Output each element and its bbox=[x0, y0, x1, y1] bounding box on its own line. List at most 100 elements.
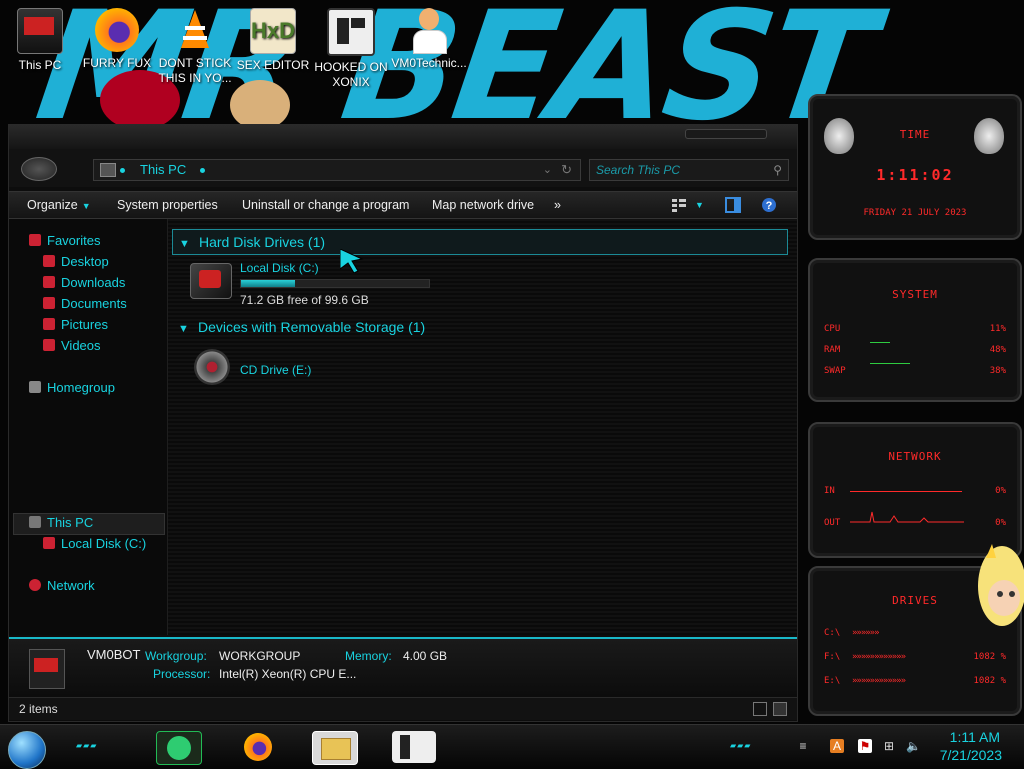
computer-icon bbox=[100, 163, 116, 177]
search-placeholder: Search This PC bbox=[596, 163, 681, 177]
organize-button[interactable]: Organize ▼ bbox=[27, 192, 91, 218]
breadcrumb-separator-icon[interactable] bbox=[120, 168, 125, 173]
nav-videos[interactable]: Videos bbox=[43, 336, 101, 356]
workgroup-value: WORKGROUP bbox=[219, 649, 301, 663]
search-icon[interactable]: ⚲ bbox=[773, 160, 782, 180]
nav-label: Pictures bbox=[61, 317, 108, 332]
uninstall-program-button[interactable]: Uninstall or change a program bbox=[242, 192, 409, 218]
breadcrumb-this-pc[interactable]: This PC bbox=[140, 160, 186, 180]
group-header-label: Hard Disk Drives (1) bbox=[199, 234, 326, 250]
memory-label: Memory: bbox=[345, 649, 392, 663]
drive-f-bar: »»»»»»»»»»»» bbox=[852, 652, 906, 662]
tray-expand-icon[interactable]: ≡ bbox=[796, 739, 810, 753]
gadget-title: NETWORK bbox=[888, 450, 942, 463]
taskbar-app-notes[interactable] bbox=[156, 731, 202, 765]
gadget-clock: 1:11:02 bbox=[876, 166, 954, 184]
taskbar: ▰▰▰ ▰▰▰ ≡ A ⚑ ⊞ 🔈 1:11 AM 7/21/2023 bbox=[0, 724, 1024, 769]
homegroup-icon bbox=[29, 381, 41, 393]
firefox-icon bbox=[244, 733, 272, 761]
large-icons-view-icon[interactable] bbox=[773, 702, 787, 716]
nav-this-pc[interactable]: This PC bbox=[29, 513, 93, 533]
downloads-folder-icon bbox=[43, 276, 55, 288]
tray-app-icon[interactable]: A bbox=[830, 739, 844, 753]
desktop-icon-this-pc[interactable]: This PC bbox=[2, 6, 78, 73]
chevron-down-icon[interactable]: ⌄ bbox=[543, 160, 552, 180]
preview-pane-icon[interactable] bbox=[725, 197, 741, 213]
nav-network[interactable]: Network bbox=[29, 576, 95, 596]
nav-downloads[interactable]: Downloads bbox=[43, 273, 125, 293]
refresh-icon[interactable]: ↻ bbox=[561, 160, 572, 180]
game-icon bbox=[327, 8, 375, 56]
desktop-icon-dont-stick[interactable]: DONT STICK THIS IN YO... bbox=[157, 6, 233, 86]
start-button[interactable] bbox=[8, 731, 46, 769]
group-header-hard-disk-drives[interactable]: ▼ Hard Disk Drives (1) bbox=[172, 229, 788, 255]
details-view-icon[interactable] bbox=[753, 702, 767, 716]
svg-text:?: ? bbox=[766, 200, 773, 212]
nav-local-disk[interactable]: Local Disk (C:) bbox=[43, 534, 146, 554]
view-options-icon[interactable] bbox=[671, 197, 687, 213]
command-bar: Organize ▼ System properties Uninstall or… bbox=[9, 191, 797, 219]
net-out-graph bbox=[850, 511, 964, 523]
taskbar-clock-time[interactable]: 1:11 AM bbox=[950, 729, 1000, 745]
taskbar-decoration: ▰▰▰ bbox=[730, 741, 752, 750]
volume-icon[interactable]: 🔈 bbox=[906, 739, 921, 753]
back-button[interactable] bbox=[21, 157, 57, 181]
desktop-icon-label: HOOKED ON XONIX bbox=[314, 60, 388, 89]
help-icon[interactable]: ? bbox=[761, 197, 777, 213]
nav-desktop[interactable]: Desktop bbox=[43, 252, 109, 272]
search-input[interactable]: Search This PC ⚲ bbox=[589, 159, 789, 181]
pictures-folder-icon bbox=[43, 318, 55, 330]
cartoon-character-image bbox=[966, 538, 1024, 668]
drive-e-label: E:\ bbox=[824, 676, 841, 686]
swap-graph bbox=[870, 363, 910, 364]
map-network-drive-button[interactable]: Map network drive bbox=[432, 192, 534, 218]
desktop-icon-label: SEX EDITOR bbox=[236, 58, 310, 72]
more-commands-button[interactable]: » bbox=[554, 192, 561, 218]
network-icon bbox=[29, 579, 41, 591]
drive-name: CD Drive (E:) bbox=[240, 363, 312, 377]
content-area: ▼ Hard Disk Drives (1) Local Disk (C:) 71… bbox=[168, 219, 797, 635]
network-tray-icon[interactable]: ⊞ bbox=[882, 739, 896, 753]
drive-free-space: 71.2 GB free of 99.6 GB bbox=[240, 293, 369, 307]
time-gadget[interactable]: TIME 1:11:02 FRIDAY 21 JULY 2023 bbox=[808, 94, 1022, 240]
group-header-removable-storage[interactable]: ▼ Devices with Removable Storage (1) bbox=[172, 315, 786, 339]
taskbar-app-explorer[interactable] bbox=[312, 731, 358, 765]
nav-label: Downloads bbox=[61, 275, 126, 290]
desktop-icon-label: This PC bbox=[18, 58, 62, 72]
desktop-icon-vm0technic[interactable]: VM0Technic... bbox=[391, 6, 467, 71]
details-pane: VM0BOT Workgroup: WORKGROUP Memory: 4.00… bbox=[9, 637, 797, 697]
notes-app-icon bbox=[167, 736, 191, 760]
nav-homegroup[interactable]: Homegroup bbox=[29, 378, 115, 398]
breadcrumb-separator-icon[interactable] bbox=[200, 168, 205, 173]
desktop-icon-sex-editor[interactable]: HxD SEX EDITOR bbox=[235, 6, 311, 73]
nav-documents[interactable]: Documents bbox=[43, 294, 127, 314]
nav-label: Desktop bbox=[61, 254, 109, 269]
processor-label: Processor: bbox=[153, 667, 211, 681]
group-header-label: Devices with Removable Storage (1) bbox=[198, 319, 426, 335]
title-bar[interactable] bbox=[9, 125, 797, 150]
status-bar: 2 items bbox=[9, 697, 797, 720]
system-properties-button[interactable]: System properties bbox=[117, 192, 218, 218]
navigation-pane: Favorites Desktop Downloads Documents Pi… bbox=[9, 219, 168, 635]
drive-usage-bar bbox=[240, 279, 430, 288]
view-dropdown-icon[interactable]: ▼ bbox=[695, 197, 711, 213]
taskbar-app-xonix[interactable] bbox=[392, 731, 436, 763]
nav-label: Network bbox=[47, 578, 95, 593]
drive-usage-fill bbox=[241, 280, 295, 287]
taskbar-app-firefox[interactable] bbox=[236, 731, 280, 763]
action-center-icon[interactable]: ⚑ bbox=[858, 739, 872, 753]
desktop-icon-furry-fux[interactable]: FURRY FUX bbox=[79, 6, 155, 71]
nav-favorites[interactable]: Favorites bbox=[29, 231, 100, 251]
drive-name: Local Disk (C:) bbox=[240, 261, 319, 275]
mouse-cursor-icon bbox=[339, 248, 364, 278]
videos-folder-icon bbox=[43, 339, 55, 351]
this-pc-icon bbox=[17, 8, 63, 54]
memory-value: 4.00 GB bbox=[403, 649, 448, 663]
system-gadget[interactable]: SYSTEM CPU 11% RAM 48% SWAP 38% bbox=[808, 258, 1022, 402]
taskbar-clock-date[interactable]: 7/21/2023 bbox=[940, 747, 1002, 763]
nav-pictures[interactable]: Pictures bbox=[43, 315, 108, 335]
nav-label: This PC bbox=[47, 515, 94, 530]
ram-label: RAM bbox=[824, 345, 841, 355]
desktop-icon-hooked-on-xonix[interactable]: HOOKED ON XONIX bbox=[313, 6, 389, 90]
address-bar[interactable]: This PC ⌄ ↻ bbox=[93, 159, 581, 181]
